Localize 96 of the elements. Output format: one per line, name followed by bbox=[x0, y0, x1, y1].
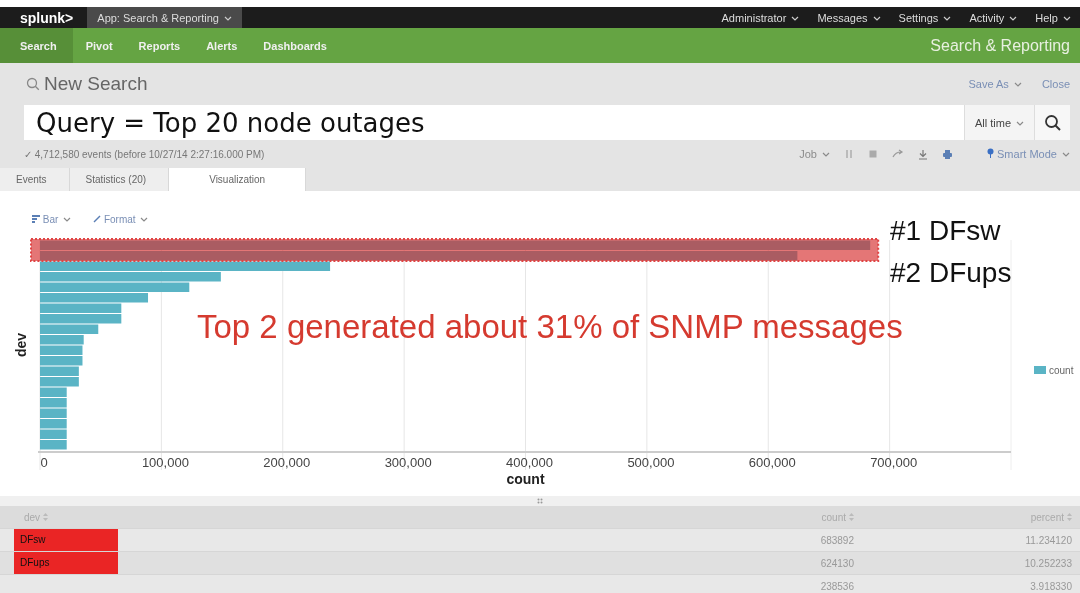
results-tab[interactable]: Statistics (20) bbox=[69, 168, 170, 191]
top-menu[interactable]: Messages bbox=[808, 11, 890, 24]
bar[interactable] bbox=[40, 419, 67, 429]
app-menu[interactable]: App: Search & Reporting bbox=[87, 7, 243, 28]
bar[interactable] bbox=[40, 314, 122, 324]
sort-icon[interactable] bbox=[1067, 513, 1072, 521]
chevron-down-icon bbox=[872, 15, 881, 22]
table-cell-text: 10.252233 bbox=[1023, 557, 1073, 569]
search-button[interactable] bbox=[1034, 105, 1070, 140]
print-icon[interactable] bbox=[941, 148, 953, 160]
search-icon bbox=[1043, 113, 1062, 132]
table-cell-text: 683892 bbox=[819, 534, 854, 546]
nav-item[interactable]: Search bbox=[0, 28, 73, 63]
chevron-down-icon bbox=[1016, 120, 1025, 127]
chevron-down-icon bbox=[1013, 82, 1022, 89]
format-menu[interactable]: Format bbox=[93, 214, 149, 225]
nav-item[interactable]: Dashboards bbox=[250, 28, 340, 63]
legend-label: count bbox=[1049, 365, 1074, 376]
chart-type-menu[interactable]: Bar bbox=[32, 214, 72, 225]
table-cell: DFups bbox=[14, 552, 118, 574]
sort-icon[interactable] bbox=[849, 513, 854, 521]
table-cell-text: 11.234120 bbox=[1024, 534, 1073, 546]
tick-label: 200,000 bbox=[263, 455, 311, 470]
job-menu[interactable]: Job bbox=[799, 148, 830, 160]
splunk-logo[interactable]: splunk> bbox=[0, 9, 88, 26]
tick-label: 100,000 bbox=[141, 455, 189, 470]
chevron-down-icon bbox=[791, 15, 800, 22]
top-menu[interactable]: Activity bbox=[960, 11, 1027, 24]
callout-label: #2 DFups bbox=[890, 257, 1012, 288]
tick-label: 700,000 bbox=[870, 455, 918, 470]
bar[interactable] bbox=[40, 261, 331, 271]
bar[interactable] bbox=[40, 398, 67, 408]
bar[interactable] bbox=[40, 366, 79, 376]
bar[interactable] bbox=[40, 345, 83, 355]
app-title: Search & Reporting bbox=[930, 36, 1071, 55]
tick-label: 500,000 bbox=[627, 455, 675, 470]
bar[interactable] bbox=[40, 251, 798, 261]
table-cell-text: 238536 bbox=[819, 580, 854, 592]
annotation-note: Top 2 generated about 31% of SNMP messages bbox=[197, 308, 903, 345]
chevron-down-icon bbox=[224, 15, 233, 22]
chevron-down-icon bbox=[140, 217, 149, 224]
bar[interactable] bbox=[40, 356, 83, 366]
download-icon[interactable] bbox=[917, 148, 928, 160]
close-link[interactable]: Close bbox=[1041, 78, 1070, 90]
sort-icon[interactable] bbox=[43, 513, 49, 521]
table-cell: DFsw bbox=[14, 529, 118, 551]
nav-item[interactable]: Pivot bbox=[72, 28, 126, 63]
stop-icon[interactable] bbox=[867, 149, 878, 159]
bar[interactable] bbox=[40, 240, 871, 250]
tick-label: 0 bbox=[40, 455, 48, 470]
chevron-down-icon bbox=[63, 217, 72, 224]
bar[interactable] bbox=[40, 377, 79, 387]
top-menu[interactable]: Help bbox=[1026, 11, 1080, 24]
chevron-down-icon bbox=[821, 152, 830, 159]
table-cell-text: 3.918330 bbox=[1029, 580, 1073, 592]
save-as-menu[interactable]: Save As bbox=[968, 78, 1022, 90]
nav-item[interactable]: Alerts bbox=[193, 28, 251, 63]
bar[interactable] bbox=[40, 324, 99, 334]
results-tab[interactable]: Events bbox=[0, 168, 70, 191]
chevron-down-icon bbox=[1009, 15, 1018, 22]
top-menu[interactable]: Settings bbox=[889, 11, 961, 24]
bar[interactable] bbox=[40, 303, 122, 313]
bar[interactable] bbox=[40, 408, 67, 418]
page-title: New Search bbox=[44, 73, 148, 95]
pause-icon[interactable] bbox=[843, 149, 854, 159]
axis-title: dev bbox=[13, 332, 29, 358]
bar[interactable] bbox=[40, 293, 148, 303]
time-range-picker[interactable]: All time bbox=[964, 105, 1034, 140]
bar[interactable] bbox=[40, 440, 67, 450]
bar[interactable] bbox=[40, 429, 67, 439]
share-icon[interactable] bbox=[891, 149, 904, 159]
legend-swatch bbox=[1034, 366, 1046, 374]
search-icon bbox=[26, 77, 40, 91]
nav-item[interactable]: Reports bbox=[125, 28, 194, 63]
resize-handle-icon[interactable] bbox=[537, 498, 543, 504]
tick-label: 300,000 bbox=[384, 455, 432, 470]
chevron-down-icon bbox=[1063, 15, 1071, 22]
pencil-icon bbox=[93, 215, 102, 223]
event-status: ✓ 4,712,580 events (before 10/27/14 2:27:16.000 PM) bbox=[24, 148, 265, 160]
top-menu[interactable]: Administrator bbox=[712, 11, 809, 24]
search-field[interactable]: Query = Top 20 node outages bbox=[24, 105, 964, 140]
bar[interactable] bbox=[40, 387, 67, 397]
results-tab[interactable]: Visualization bbox=[169, 168, 307, 191]
pin-icon bbox=[986, 148, 994, 158]
callout-label: #1 DFsw bbox=[890, 215, 1001, 246]
bar[interactable] bbox=[40, 282, 190, 292]
chevron-down-icon bbox=[943, 15, 952, 22]
tick-label: 400,000 bbox=[506, 455, 553, 470]
tick-label: 600,000 bbox=[748, 455, 796, 470]
table-cell-text: 624130 bbox=[819, 557, 854, 569]
bar-chart-icon bbox=[32, 215, 40, 223]
bar[interactable] bbox=[40, 272, 221, 282]
bar[interactable] bbox=[40, 335, 84, 345]
axis-title: count bbox=[506, 471, 545, 487]
search-mode-menu[interactable]: Smart Mode bbox=[986, 148, 1070, 160]
chevron-down-icon bbox=[1062, 152, 1070, 159]
